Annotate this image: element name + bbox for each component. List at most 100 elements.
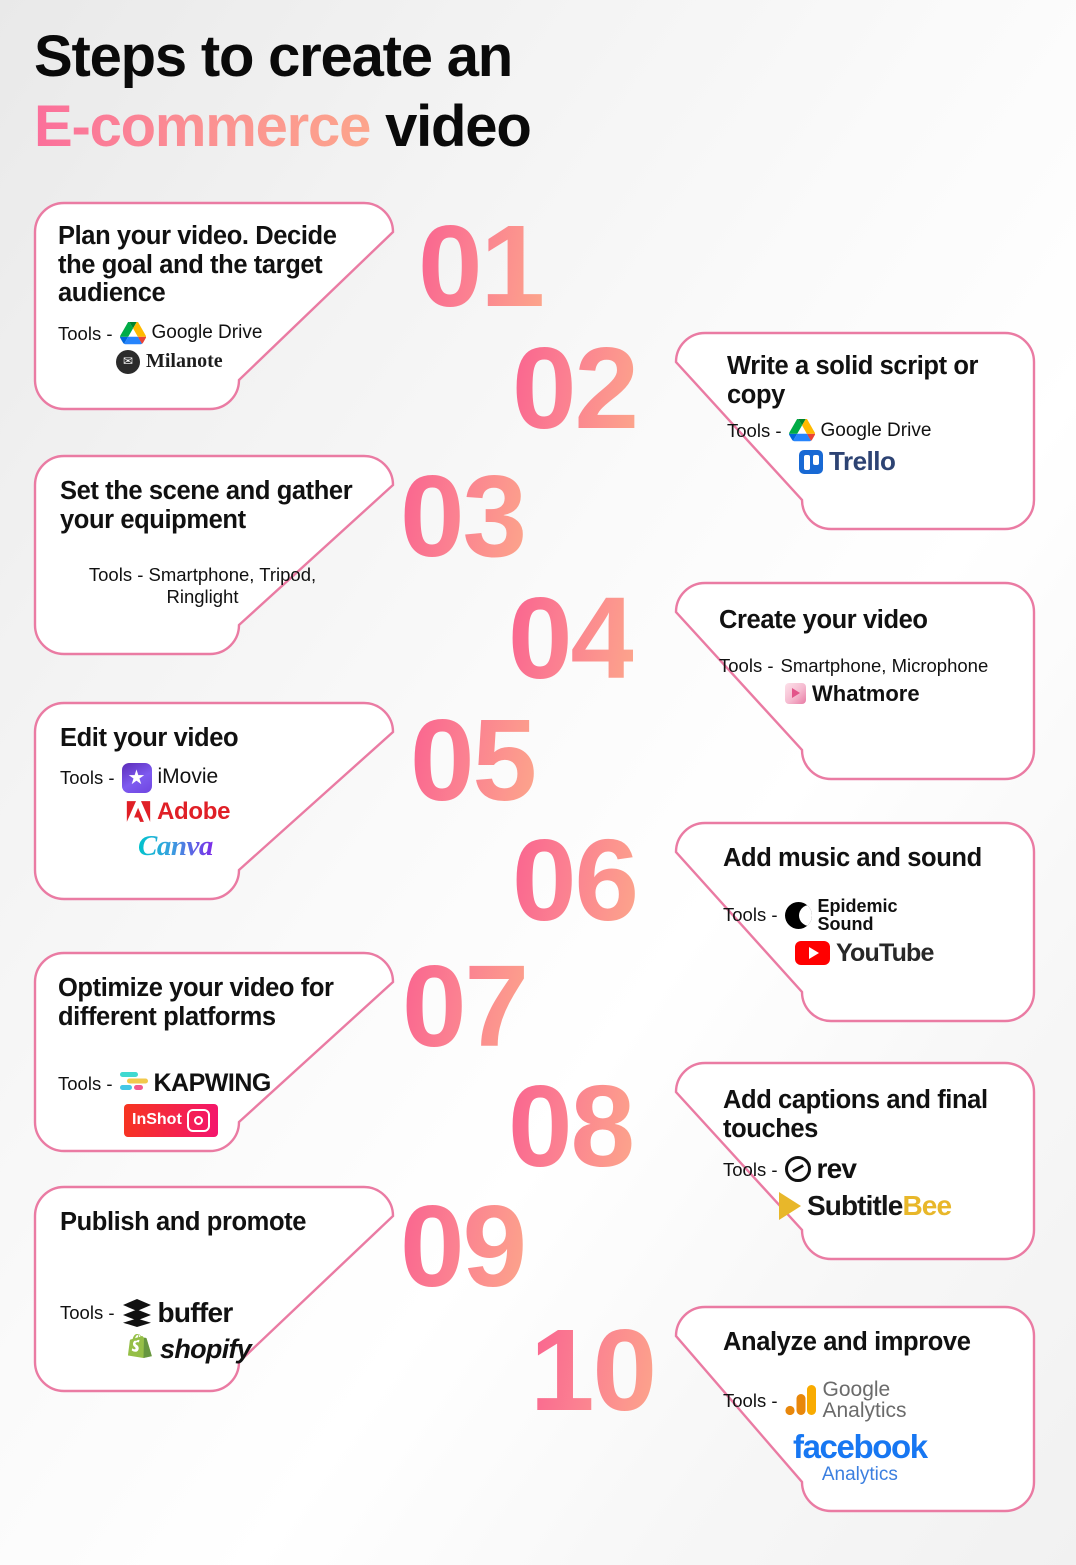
google-analytics-icon xyxy=(784,1385,816,1416)
tool-row: Tools - KAPWING xyxy=(58,1069,370,1098)
step-card-08[interactable]: Add captions and final touches Tools - r… xyxy=(674,1061,1036,1261)
subtitlebee-part-1: Subtitle xyxy=(807,1190,903,1222)
step-number-10: 10 xyxy=(530,1305,657,1435)
milanote-icon: ✉ xyxy=(116,349,140,374)
tool-kapwing[interactable]: KAPWING xyxy=(119,1069,271,1098)
tool-subtitlebee[interactable]: SubtitleBee xyxy=(779,1190,952,1222)
adobe-icon xyxy=(126,800,151,822)
card-tools-10: Tools - Google Analytics facebook Analyt… xyxy=(723,1377,1011,1488)
epidemic-line-2: Sound xyxy=(817,914,874,935)
card-title-07: Optimize your video for different platfo… xyxy=(58,974,334,1031)
tool-row: Whatmore xyxy=(785,681,1011,706)
subtitlebee-part-2: Bee xyxy=(902,1190,952,1222)
tool-row: Tools - Epidemic Sound xyxy=(723,897,1011,934)
tools-label-07: Tools - xyxy=(58,1072,113,1094)
tool-epidemic-sound[interactable]: Epidemic Sound xyxy=(784,897,898,934)
tool-row: InShot xyxy=(124,1103,370,1137)
canva-icon[interactable]: Canva xyxy=(138,830,213,863)
tools-label-01: Tools - xyxy=(58,322,113,344)
step-number-09: 09 xyxy=(400,1181,527,1311)
trello-icon xyxy=(799,450,823,475)
card-tools-03: Tools - Smartphone, Tripod, Ringlight xyxy=(60,564,345,608)
step-card-02[interactable]: Write a solid script or copy Tools - Goo… xyxy=(674,331,1036,531)
tool-google-drive[interactable]: Google Drive xyxy=(788,419,932,442)
subtitlebee-icon xyxy=(779,1192,801,1221)
tool-whatmore[interactable]: Whatmore xyxy=(785,681,920,706)
fb-analytics-sub: Analytics xyxy=(821,1463,898,1485)
tool-facebook-analytics[interactable]: facebook Analytics xyxy=(793,1427,928,1488)
tool-google-analytics[interactable]: Google Analytics xyxy=(784,1377,907,1423)
card-title-01: Plan your video. Decide the goal and the… xyxy=(58,222,337,308)
tools-label-03-line2: Ringlight xyxy=(166,586,239,608)
facebook-analytics-icon: facebook xyxy=(793,1427,928,1465)
tool-google-drive[interactable]: Google Drive xyxy=(119,321,263,345)
ga-line-2: Analytics xyxy=(822,1399,907,1423)
tool-inshot[interactable]: InShot xyxy=(124,1103,218,1137)
tool-row: Trello xyxy=(799,446,1011,477)
step-card-06[interactable]: Add music and sound Tools - Epidemic Sou… xyxy=(674,821,1036,1023)
step-number-03: 03 xyxy=(400,451,527,581)
tool-imovie[interactable]: ★ iMovie xyxy=(121,762,219,793)
tool-row: Tools - Google Drive xyxy=(727,419,1011,442)
inshot-icon xyxy=(186,1108,210,1132)
tool-youtube[interactable]: YouTube xyxy=(795,939,934,968)
card-title-06: Add music and sound xyxy=(723,844,982,872)
step-card-03[interactable]: Set the scene and gather your equipment … xyxy=(33,454,395,656)
tool-adobe[interactable]: Adobe xyxy=(126,798,230,826)
tool-name-shopify: shopify xyxy=(160,1333,252,1364)
ga-line-1: Google xyxy=(822,1377,891,1401)
whatmore-icon xyxy=(785,682,806,704)
step-number-02: 02 xyxy=(512,323,639,453)
card-title-10: Analyze and improve xyxy=(723,1328,971,1356)
imovie-icon: ★ xyxy=(121,762,152,793)
tool-milanote[interactable]: ✉ Milanote xyxy=(116,349,223,374)
tool-name-epidemic-sound: Epidemic Sound xyxy=(818,897,898,934)
card-title-04: Create your video xyxy=(719,606,928,634)
step-card-07[interactable]: Optimize your video for different platfo… xyxy=(33,951,395,1153)
step-card-10[interactable]: Analyze and improve Tools - Google Analy… xyxy=(674,1305,1036,1513)
youtube-icon xyxy=(795,940,830,965)
title-accent: E-commerce xyxy=(34,94,371,160)
rev-icon xyxy=(784,1156,811,1183)
tool-name-rev: rev xyxy=(816,1153,857,1185)
step-number-06: 06 xyxy=(512,815,639,945)
card-title-03: Set the scene and gather your equipment xyxy=(60,477,353,534)
card-tools-01: Tools - Google Drive ✉ Milanote xyxy=(58,321,370,374)
tool-row: SubtitleBee xyxy=(779,1190,1011,1222)
tool-name-adobe: Adobe xyxy=(157,797,231,825)
card-title-08: Add captions and final touches xyxy=(723,1086,988,1143)
tool-name-subtitlebee: SubtitleBee xyxy=(807,1190,952,1222)
step-number-01: 01 xyxy=(418,201,545,331)
page-title: Steps to create an E-commerce video xyxy=(34,22,532,162)
step-card-04[interactable]: Create your video Tools - Smartphone, Mi… xyxy=(674,581,1036,781)
tool-row: Tools - Smartphone, Microphone xyxy=(719,655,1011,676)
tool-name-youtube: YouTube xyxy=(836,938,934,967)
step-card-09[interactable]: Publish and promote Tools - buffer shopi… xyxy=(33,1185,395,1393)
tool-name-whatmore: Whatmore xyxy=(812,680,920,706)
tool-name-google-drive: Google Drive xyxy=(820,419,932,441)
infographic-canvas: Steps to create an E-commerce video 01 0… xyxy=(0,0,1076,1565)
card-tools-04: Tools - Smartphone, Microphone Whatmore xyxy=(719,655,1011,707)
tool-rev[interactable]: rev xyxy=(784,1153,857,1185)
tool-row: Tools - buffer xyxy=(60,1297,368,1329)
step-number-07: 07 xyxy=(402,941,529,1071)
tool-name-google-drive: Google Drive xyxy=(151,322,263,344)
title-line-1: Steps to create an xyxy=(34,24,513,89)
tool-name-google-analytics: Google Analytics xyxy=(822,1377,907,1423)
shopify-icon xyxy=(128,1334,152,1359)
tool-buffer[interactable]: buffer xyxy=(122,1297,233,1329)
step-card-05[interactable]: Edit your video Tools - ★ iMovie Adobe C… xyxy=(33,701,395,901)
step-number-05: 05 xyxy=(410,695,537,825)
epidemic-line-1: Epidemic xyxy=(817,895,898,916)
epidemic-sound-icon xyxy=(784,901,812,929)
card-title-05: Edit your video xyxy=(60,724,239,752)
tool-name-imovie: iMovie xyxy=(157,765,219,789)
tool-shopify[interactable]: shopify xyxy=(126,1333,252,1365)
tool-row: facebook Analytics xyxy=(793,1430,1011,1488)
tool-row: ✉ Milanote xyxy=(116,349,370,374)
title-line-2: E-commerce video xyxy=(34,92,532,162)
step-card-01[interactable]: Plan your video. Decide the goal and the… xyxy=(33,201,395,411)
tool-name-trello: Trello xyxy=(829,446,896,477)
tool-trello[interactable]: Trello xyxy=(799,446,896,477)
google-drive-icon xyxy=(119,321,146,344)
